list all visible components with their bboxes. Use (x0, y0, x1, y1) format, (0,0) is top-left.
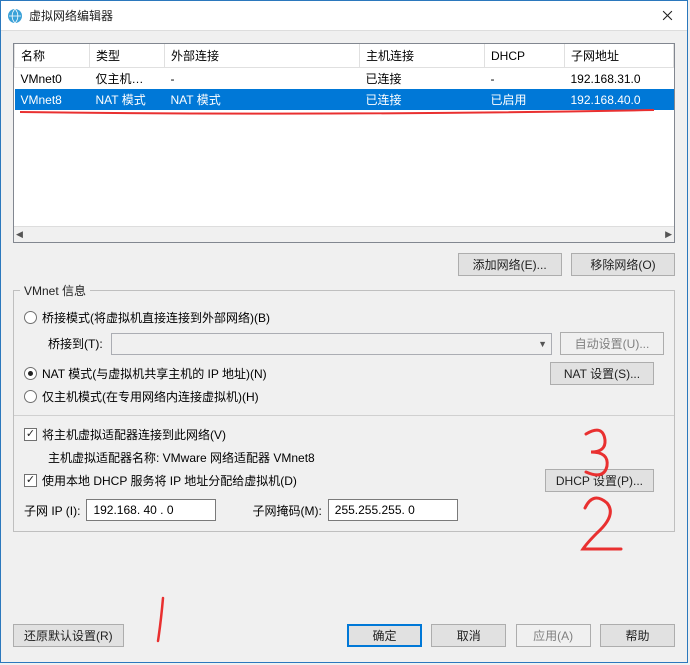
add-network-button[interactable]: 添加网络(E)... (458, 253, 562, 276)
auto-setting-button: 自动设置(U)... (560, 332, 664, 355)
subnet-ip-label: 子网 IP (I): (24, 502, 80, 519)
nat-label: NAT 模式(与虚拟机共享主机的 IP 地址)(N) (42, 365, 267, 382)
restore-defaults-button[interactable]: 还原默认设置(R) (13, 624, 124, 647)
scroll-right-icon[interactable]: ▶ (665, 229, 672, 240)
bridge-radio-row[interactable]: 桥接模式(将虚拟机直接连接到外部网络)(B) (24, 309, 664, 326)
remove-network-button[interactable]: 移除网络(O) (571, 253, 675, 276)
nat-settings-button[interactable]: NAT 设置(S)... (550, 362, 654, 385)
separator (14, 415, 674, 416)
checkbox-icon (24, 474, 37, 487)
close-button[interactable] (647, 1, 687, 29)
groupbox-legend: VMnet 信息 (20, 282, 90, 299)
connect-host-label: 将主机虚拟适配器连接到此网络(V) (42, 426, 226, 443)
subnet-mask-input[interactable]: 255.255.255. 0 (328, 499, 458, 521)
subnet-mask-label: 子网掩码(M): (252, 502, 321, 519)
cancel-button[interactable]: 取消 (431, 624, 506, 647)
subnet-ip-input[interactable]: 192.168. 40 . 0 (86, 499, 216, 521)
hostonly-radio-row[interactable]: 仅主机模式(在专用网络内连接虚拟机)(H) (24, 388, 664, 405)
ok-button[interactable]: 确定 (347, 624, 422, 647)
chevron-down-icon: ▼ (538, 339, 547, 349)
col-ext[interactable]: 外部连接 (165, 44, 360, 68)
radio-icon (24, 367, 37, 380)
network-table[interactable]: 名称 类型 外部连接 主机连接 DHCP 子网地址 VMnet0 仅主机… - … (13, 43, 675, 243)
radio-icon (24, 390, 37, 403)
table-row-selected[interactable]: VMnet8 NAT 模式 NAT 模式 已连接 已启用 192.168.40.… (15, 89, 674, 110)
bridge-to-label: 桥接到(T): (48, 335, 103, 352)
table-header-row: 名称 类型 外部连接 主机连接 DHCP 子网地址 (15, 44, 674, 68)
scroll-left-icon[interactable]: ◀ (16, 229, 23, 240)
connect-host-checkbox-row[interactable]: 将主机虚拟适配器连接到此网络(V) (24, 426, 664, 443)
horizontal-scrollbar[interactable]: ◀ ▶ (14, 226, 674, 242)
help-button[interactable]: 帮助 (600, 624, 675, 647)
dhcp-settings-button[interactable]: DHCP 设置(P)... (545, 469, 654, 492)
adapter-name-text: 主机虚拟适配器名称: VMware 网络适配器 VMnet8 (48, 449, 664, 466)
table-row[interactable]: VMnet0 仅主机… - 已连接 - 192.168.31.0 (15, 68, 674, 90)
col-subnet[interactable]: 子网地址 (565, 44, 674, 68)
bridge-combo[interactable]: ▼ (111, 333, 552, 355)
col-host[interactable]: 主机连接 (360, 44, 485, 68)
radio-icon (24, 311, 37, 324)
col-name[interactable]: 名称 (15, 44, 90, 68)
vmnet-info-group: VMnet 信息 桥接模式(将虚拟机直接连接到外部网络)(B) 桥接到(T): … (13, 290, 675, 532)
apply-button: 应用(A) (516, 624, 591, 647)
checkbox-icon (24, 428, 37, 441)
hostonly-label: 仅主机模式(在专用网络内连接虚拟机)(H) (42, 388, 259, 405)
dhcp-checkbox-row[interactable]: 使用本地 DHCP 服务将 IP 地址分配给虚拟机(D) DHCP 设置(P).… (24, 472, 664, 489)
titlebar: 虚拟网络编辑器 (1, 1, 687, 31)
col-dhcp[interactable]: DHCP (485, 44, 565, 68)
col-type[interactable]: 类型 (90, 44, 165, 68)
bridge-label: 桥接模式(将虚拟机直接连接到外部网络)(B) (42, 309, 270, 326)
dhcp-label: 使用本地 DHCP 服务将 IP 地址分配给虚拟机(D) (42, 472, 297, 489)
app-icon (7, 8, 23, 24)
close-icon (662, 10, 673, 21)
nat-radio-row[interactable]: NAT 模式(与虚拟机共享主机的 IP 地址)(N) NAT 设置(S)... (24, 365, 664, 382)
window-title: 虚拟网络编辑器 (29, 7, 113, 24)
